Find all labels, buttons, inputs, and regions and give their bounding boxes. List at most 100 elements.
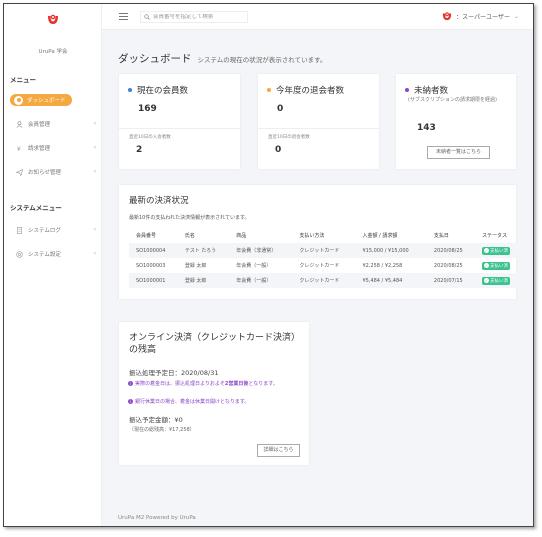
online-title: オンライン決済（クレジットカード決済）の残高 xyxy=(129,333,301,355)
cell-date: 2020/08/25 xyxy=(433,247,463,254)
sidebar-item-system-log[interactable]: システムログ ‹ xyxy=(4,223,102,237)
stat-sub-value: 2 xyxy=(136,145,143,155)
system-menu-title: システムメニュー xyxy=(10,204,62,212)
cell-member-id: SO1000001 xyxy=(136,277,166,284)
status-text: 支払い済 xyxy=(490,278,508,284)
chevron-icon: ‹ xyxy=(93,120,96,127)
chevron-icon: ‹ xyxy=(93,226,96,233)
column-header: 支払日 xyxy=(433,233,449,239)
org-name: UruPa 学会 xyxy=(38,49,68,55)
cell-name: 登録 太郎 xyxy=(184,263,207,269)
column-header: 会員番号 xyxy=(136,233,157,239)
status-badge: ✓ 支払い済 xyxy=(482,246,510,255)
sidebar-item-label: システム設定 xyxy=(28,252,61,258)
sidebar-item-label: 会員管理 xyxy=(28,122,51,128)
stat-value: 0 xyxy=(277,104,284,114)
cell-name: テスト たろう xyxy=(184,248,217,254)
svg-text:¥: ¥ xyxy=(16,146,20,152)
transfer-date: 振込処理予定日：2020/08/31 xyxy=(129,369,219,377)
table-row[interactable]: SO1000003 登録 太郎 年会費（一般） クレジットカード ¥2,258 … xyxy=(129,258,522,273)
details-button[interactable]: 詳細はこちら xyxy=(257,444,300,457)
check-icon: ✓ xyxy=(484,248,489,253)
stat-card-withdrawals: 今年度の退会者数 0 直近10日の退会者数 0 xyxy=(258,74,379,169)
sidebar-item-dashboard[interactable]: ダッシュボード xyxy=(4,93,102,107)
bill-icon: ¥ xyxy=(14,143,24,153)
cell-status: ✓ 支払い済 xyxy=(475,258,522,273)
stat-value: 169 xyxy=(138,104,157,114)
payments-card: 最新の決済状況 最新10件の支払われた決済情報が表示されています。 会員番号 氏… xyxy=(119,185,522,299)
settings-icon xyxy=(14,249,24,259)
transfer-amount: 振込予定金額：¥0 xyxy=(129,416,183,424)
payments-title: 最新の決済状況 xyxy=(129,196,189,206)
top-bar: ：スーパーユーザー ⌄ xyxy=(102,4,533,30)
check-icon: ✓ xyxy=(484,278,489,283)
search-icon xyxy=(144,14,150,20)
column-header: ステータス xyxy=(482,233,508,239)
cell-method: クレジットカード xyxy=(299,248,340,254)
chevron-down-icon: ⌄ xyxy=(513,12,519,20)
search-input[interactable] xyxy=(153,14,243,20)
note-settlement: i 実際の着金日は、振込処理日よりおよそ 2営業日後 となります。 xyxy=(128,380,278,387)
check-icon: ✓ xyxy=(484,263,489,268)
divider xyxy=(119,128,240,129)
table-row[interactable]: SO1000004 テスト たろう 年会費（非通常） クレジットカード ¥15,… xyxy=(129,243,522,258)
note-bold: 2営業日後 xyxy=(224,381,249,387)
sidebar-item-label: システムログ xyxy=(28,228,61,234)
cell-status: ✓ 支払い済 xyxy=(475,243,522,258)
dot-icon xyxy=(405,88,409,92)
cell-product: 年会費（一般） xyxy=(236,263,272,269)
user-icon xyxy=(14,119,24,129)
dashboard-icon xyxy=(14,95,23,105)
user-menu[interactable]: ：スーパーユーザー ⌄ xyxy=(441,11,519,21)
stat-sub-label: 直近10日の入会者数 xyxy=(129,135,171,140)
page-subtitle: システムの現在の状況が表示されています。 xyxy=(197,56,327,64)
sidebar-item-label: お知らせ管理 xyxy=(28,170,61,176)
menu-title: メニュー xyxy=(10,76,36,84)
cell-date: 2020/07/15 xyxy=(433,277,463,284)
stat-card-members: 現在の会員数 169 直近10日の入会者数 2 xyxy=(119,74,240,169)
column-header: 支払い方法 xyxy=(299,233,325,239)
app-window: UruPa 学会 メニュー ダッシュボード 会員管理 ‹ ¥ 請求管理 ‹ お知… xyxy=(3,3,534,527)
cell-product: 年会費（非通常） xyxy=(236,248,277,254)
cell-date: 2020/08/25 xyxy=(433,262,463,269)
info-icon: i xyxy=(128,381,133,386)
page-header: ダッシュボード システムの現在の状況が表示されています。 xyxy=(118,51,326,66)
logo-icon[interactable] xyxy=(46,13,60,25)
online-balance-card: オンライン決済（クレジットカード決済）の残高 振込処理予定日：2020/08/3… xyxy=(119,322,309,465)
status-text: 支払い済 xyxy=(490,248,508,254)
chevron-icon: ‹ xyxy=(93,144,96,151)
footer: UruPa M2 Powered by UruPa xyxy=(118,515,196,521)
hamburger-icon[interactable] xyxy=(119,13,128,20)
chevron-icon: ‹ xyxy=(93,250,96,257)
total-balance: （現在の総残高：¥17,258） xyxy=(129,427,195,433)
stat-title: 今年度の退会者数 xyxy=(267,84,344,96)
note-text: となります。 xyxy=(248,381,278,387)
stat-title-text: 未納者数 xyxy=(414,86,449,96)
stat-title: 現在の会員数 xyxy=(128,84,188,96)
cell-member-id: SO1000003 xyxy=(136,262,166,269)
column-header: 商品 xyxy=(236,233,247,239)
status-text: 支払い済 xyxy=(490,263,508,269)
info-icon: i xyxy=(128,399,133,404)
sidebar-item-label: 請求管理 xyxy=(28,146,51,152)
cell-amount: ¥15,000 / ¥15,000 xyxy=(362,247,409,254)
sidebar-item-system-settings[interactable]: システム設定 ‹ xyxy=(4,247,102,261)
cell-status: ✓ 支払い済 xyxy=(475,273,522,288)
stat-title: 未納者数 xyxy=(405,84,448,96)
divider xyxy=(258,128,379,129)
sidebar-item-billing[interactable]: ¥ 請求管理 ‹ xyxy=(4,141,102,155)
dot-icon xyxy=(128,88,132,92)
sidebar-item-members[interactable]: 会員管理 ‹ xyxy=(4,117,102,131)
cell-amount: ¥5,484 / ¥5,484 xyxy=(362,277,403,284)
cell-method: クレジットカード xyxy=(299,263,340,269)
table-row[interactable]: SO1000001 登録 太郎 年会費（一般） クレジットカード ¥5,484 … xyxy=(129,273,522,288)
cell-amount: ¥2,258 / ¥2,258 xyxy=(362,262,403,269)
sidebar: UruPa 学会 メニュー ダッシュボード 会員管理 ‹ ¥ 請求管理 ‹ お知… xyxy=(4,4,102,526)
cell-product: 年会費（一般） xyxy=(236,278,272,284)
note-holiday: i 銀行休業日の場合、着金は休業日開けとなります。 xyxy=(128,398,249,405)
table-header-row: 会員番号 氏名 商品 支払い方法 入金額 / 請求額 支払日 ステータス xyxy=(129,228,522,243)
chevron-icon: ‹ xyxy=(93,168,96,175)
unpaid-list-button[interactable]: 未納者一覧はこちら xyxy=(427,146,490,159)
sidebar-item-notices[interactable]: お知らせ管理 ‹ xyxy=(4,165,102,179)
cell-name: 登録 太郎 xyxy=(184,278,207,284)
